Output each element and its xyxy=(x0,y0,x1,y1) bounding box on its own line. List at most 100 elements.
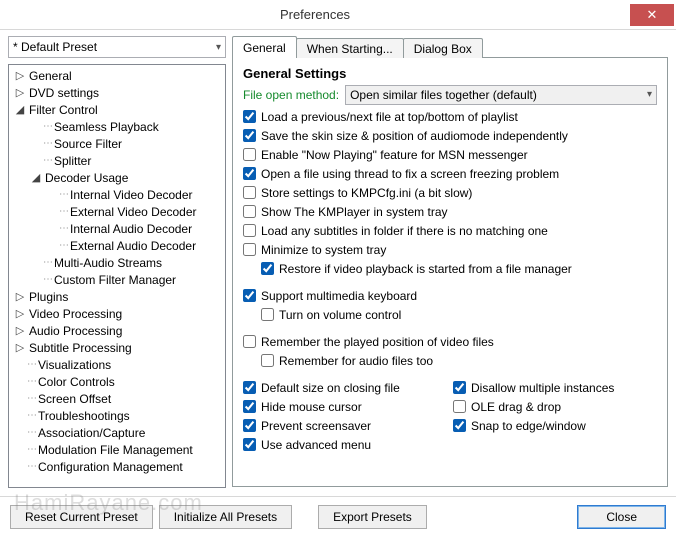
preset-select[interactable]: * Default Preset ▾ xyxy=(8,36,226,58)
tree-item[interactable]: ▷Subtitle Processing xyxy=(9,339,225,356)
tree-item[interactable]: ◢Decoder Usage xyxy=(9,169,225,186)
tree-item[interactable]: ⋯Seamless Playback xyxy=(9,118,225,135)
tree-item[interactable]: ⋯Troubleshootings xyxy=(9,407,225,424)
tab-when-starting[interactable]: When Starting... xyxy=(296,38,404,58)
footer: Reset Current Preset Initialize All Pres… xyxy=(0,496,676,536)
tree-item[interactable]: ⋯Internal Audio Decoder xyxy=(9,220,225,237)
export-presets-button[interactable]: Export Presets xyxy=(318,505,427,529)
chk[interactable] xyxy=(243,381,256,394)
category-tree[interactable]: ▷General▷DVD settings◢Filter Control⋯Sea… xyxy=(8,64,226,488)
tree-item[interactable]: ▷General xyxy=(9,67,225,84)
chk[interactable] xyxy=(243,167,256,180)
tree-item[interactable]: ▷Plugins xyxy=(9,288,225,305)
tree-item-label: External Audio Decoder xyxy=(68,239,196,253)
chk[interactable] xyxy=(453,419,466,432)
chk-save-skin[interactable]: Save the skin size & position of audiomo… xyxy=(243,129,568,143)
twisty-icon[interactable]: ▷ xyxy=(13,324,27,337)
init-presets-button[interactable]: Initialize All Presets xyxy=(159,505,292,529)
close-button[interactable]: ✕ xyxy=(630,4,674,26)
chk[interactable] xyxy=(453,381,466,394)
chk[interactable] xyxy=(243,110,256,123)
chk[interactable] xyxy=(243,243,256,256)
right-column: GeneralWhen Starting...Dialog Box Genera… xyxy=(232,36,668,488)
chk-snap-edge[interactable]: Snap to edge/window xyxy=(453,419,586,433)
chk[interactable] xyxy=(261,308,274,321)
twisty-icon[interactable]: ▷ xyxy=(13,341,27,354)
chk[interactable] xyxy=(243,419,256,432)
tree-item[interactable]: ⋯Visualizations xyxy=(9,356,225,373)
tab-general[interactable]: General xyxy=(232,36,297,58)
chk-open-thread[interactable]: Open a file using thread to fix a screen… xyxy=(243,167,559,181)
chk[interactable] xyxy=(243,289,256,302)
chk-support-mmkb[interactable]: Support multimedia keyboard xyxy=(243,289,417,303)
lbl: Hide mouse cursor xyxy=(261,400,362,414)
window-title: Preferences xyxy=(0,7,630,22)
chk[interactable] xyxy=(243,438,256,451)
tree-connector-icon: ⋯ xyxy=(27,444,36,455)
close-icon: ✕ xyxy=(647,7,658,23)
tree-item[interactable]: ⋯Screen Offset xyxy=(9,390,225,407)
lbl: Load a previous/next file at top/bottom … xyxy=(261,110,518,124)
tree-item-label: Screen Offset xyxy=(36,392,111,406)
chk-show-tray[interactable]: Show The KMPlayer in system tray xyxy=(243,205,448,219)
twisty-icon[interactable]: ◢ xyxy=(13,103,27,116)
chk-turn-on-volume[interactable]: Turn on volume control xyxy=(261,308,401,322)
tree-item[interactable]: ◢Filter Control xyxy=(9,101,225,118)
chk-load-subtitles[interactable]: Load any subtitles in folder if there is… xyxy=(243,224,548,238)
tree-item[interactable]: ⋯External Video Decoder xyxy=(9,203,225,220)
tree-item[interactable]: ▷Audio Processing xyxy=(9,322,225,339)
chk[interactable] xyxy=(261,354,274,367)
tree-item[interactable]: ⋯Association/Capture xyxy=(9,424,225,441)
twisty-icon[interactable]: ▷ xyxy=(13,86,27,99)
chk-hide-cursor[interactable]: Hide mouse cursor xyxy=(243,400,362,414)
general-panel: General Settings File open method: Open … xyxy=(232,57,668,487)
tree-item-label: Color Controls xyxy=(36,375,115,389)
tree-item[interactable]: ⋯Internal Video Decoder xyxy=(9,186,225,203)
tab-dialog-box[interactable]: Dialog Box xyxy=(403,38,483,58)
twisty-icon[interactable]: ▷ xyxy=(13,307,27,320)
tree-item[interactable]: ▷Video Processing xyxy=(9,305,225,322)
chk-remember-pos[interactable]: Remember the played position of video fi… xyxy=(243,335,494,349)
chk-disallow-multi[interactable]: Disallow multiple instances xyxy=(453,381,614,395)
chk-remember-audio[interactable]: Remember for audio files too xyxy=(261,354,433,368)
chk-ole-dragdrop[interactable]: OLE drag & drop xyxy=(453,400,561,414)
twisty-icon[interactable]: ▷ xyxy=(13,290,27,303)
tree-item-label: Association/Capture xyxy=(36,426,145,440)
lbl: Snap to edge/window xyxy=(471,419,586,433)
tree-item[interactable]: ⋯Splitter xyxy=(9,152,225,169)
tree-item[interactable]: ⋯Modulation File Management xyxy=(9,441,225,458)
twisty-icon[interactable]: ▷ xyxy=(13,69,27,82)
tree-item[interactable]: ⋯Configuration Management xyxy=(9,458,225,475)
chk-use-adv-menu[interactable]: Use advanced menu xyxy=(243,438,371,452)
twisty-icon[interactable]: ◢ xyxy=(29,171,43,184)
chk[interactable] xyxy=(243,224,256,237)
chk-restore-playback[interactable]: Restore if video playback is started fro… xyxy=(261,262,572,276)
reset-preset-button[interactable]: Reset Current Preset xyxy=(10,505,153,529)
tree-item[interactable]: ⋯Source Filter xyxy=(9,135,225,152)
lbl: Support multimedia keyboard xyxy=(261,289,417,303)
twocol-group: Default size on closing file Hide mouse … xyxy=(243,378,657,454)
chk[interactable] xyxy=(243,205,256,218)
chk-prevent-ss[interactable]: Prevent screensaver xyxy=(243,419,371,433)
tree-item[interactable]: ▷DVD settings xyxy=(9,84,225,101)
chk-minimize-tray[interactable]: Minimize to system tray xyxy=(243,243,386,257)
tree-item[interactable]: ⋯Custom Filter Manager xyxy=(9,271,225,288)
chk-default-size-close[interactable]: Default size on closing file xyxy=(243,381,400,395)
tree-item[interactable]: ⋯Color Controls xyxy=(9,373,225,390)
chk-load-prev-next[interactable]: Load a previous/next file at top/bottom … xyxy=(243,110,518,124)
chk[interactable] xyxy=(243,148,256,161)
chk[interactable] xyxy=(243,335,256,348)
chk[interactable] xyxy=(243,186,256,199)
chk[interactable] xyxy=(243,400,256,413)
tree-item[interactable]: ⋯External Audio Decoder xyxy=(9,237,225,254)
chk[interactable] xyxy=(243,129,256,142)
tree-item-label: Subtitle Processing xyxy=(27,341,132,355)
chevron-down-icon: ▾ xyxy=(216,42,221,53)
chk-store-kmpcfg[interactable]: Store settings to KMPCfg.ini (a bit slow… xyxy=(243,186,472,200)
close-dialog-button[interactable]: Close xyxy=(577,505,666,529)
chk[interactable] xyxy=(453,400,466,413)
chk-enable-now-playing[interactable]: Enable "Now Playing" feature for MSN mes… xyxy=(243,148,528,162)
tree-item[interactable]: ⋯Multi-Audio Streams xyxy=(9,254,225,271)
chk[interactable] xyxy=(261,262,274,275)
file-open-combo[interactable]: Open similar files together (default) ▾ xyxy=(345,85,657,105)
